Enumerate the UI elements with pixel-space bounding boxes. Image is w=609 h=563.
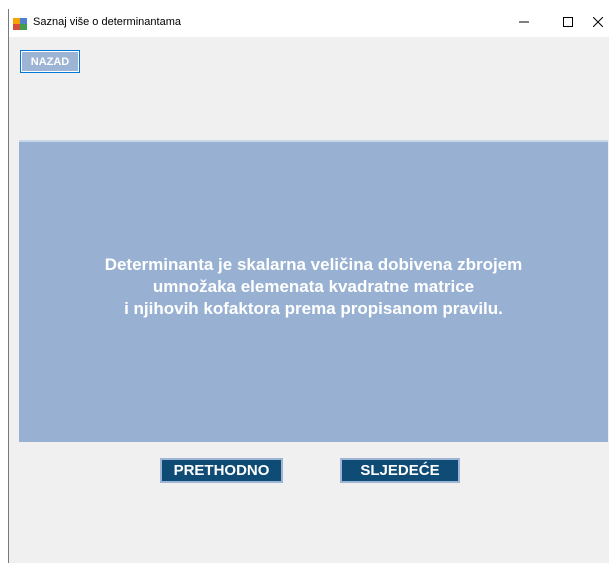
close-button[interactable] — [587, 9, 609, 37]
next-button[interactable]: SLJEDEĆE — [340, 458, 460, 483]
minimize-button[interactable] — [502, 9, 546, 37]
window-title: Saznaj više o determinantama — [33, 16, 181, 28]
app-window: Saznaj više o determinantama NAZAD Deter… — [8, 9, 609, 563]
determinant-definition-text: Determinanta je skalarna veličina dobive… — [104, 255, 523, 318]
maximize-icon — [563, 14, 573, 32]
close-icon — [592, 14, 604, 32]
maximize-button[interactable] — [546, 9, 590, 37]
minimize-icon — [519, 14, 529, 32]
back-button[interactable]: NAZAD — [20, 50, 80, 73]
info-panel: Determinanta je skalarna veličina dobive… — [19, 140, 608, 442]
title-bar: Saznaj više o determinantama — [9, 9, 609, 37]
previous-button[interactable]: PRETHODNO — [160, 458, 283, 483]
app-window-icon — [13, 17, 27, 30]
